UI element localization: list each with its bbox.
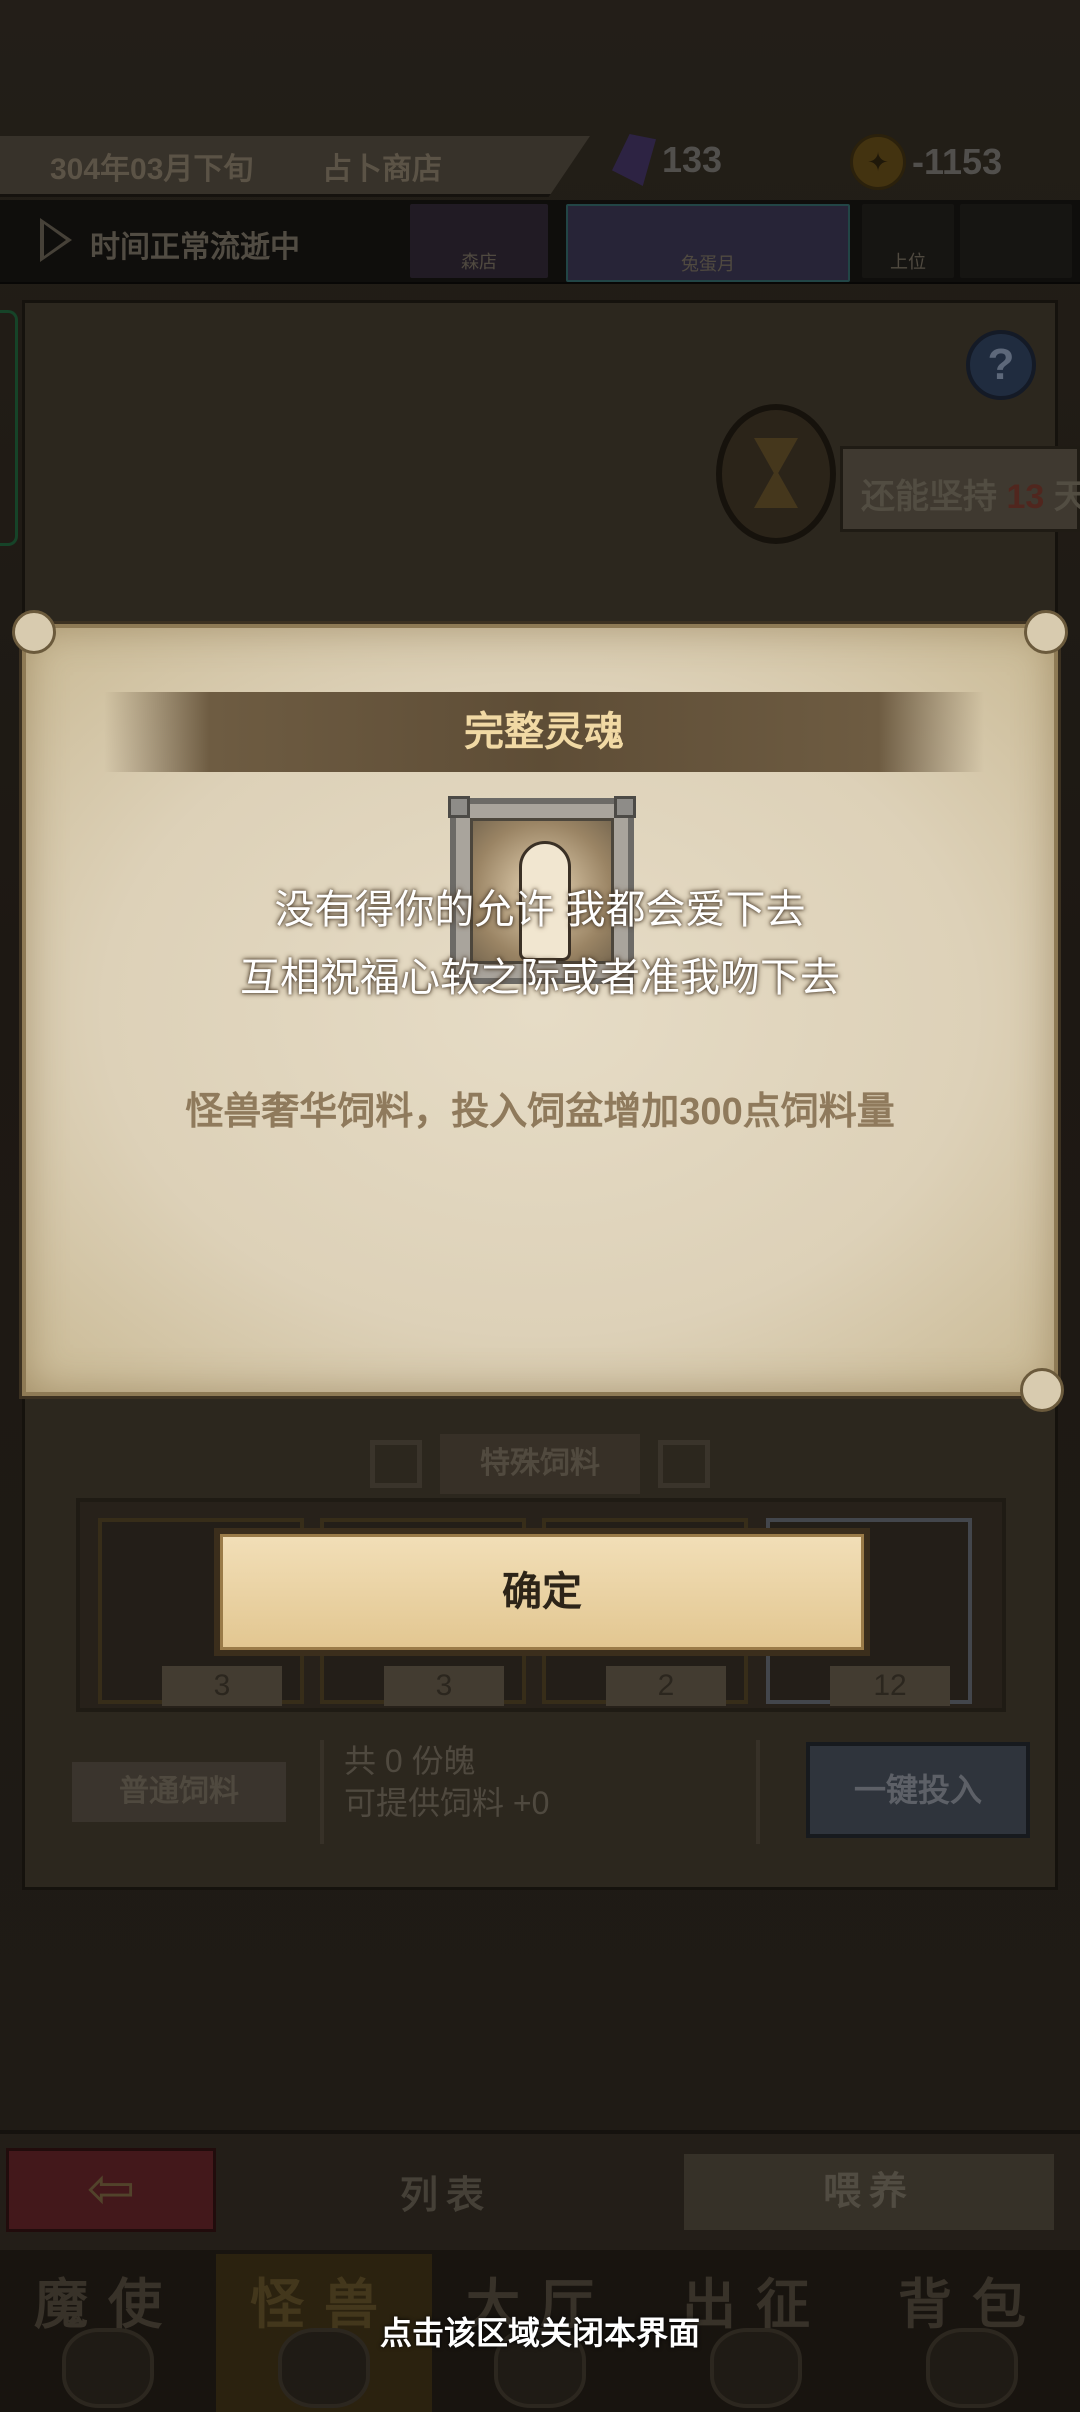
rivet-icon xyxy=(448,796,470,818)
lyric-line-1: 没有得你的允许 我都会爱下去 xyxy=(274,888,806,932)
dialog-title: 完整灵魂 xyxy=(464,710,624,754)
lyric-line-2: 互相祝福心软之际或者准我吻下去 xyxy=(240,956,840,1000)
item-detail-dialog: 完整灵魂 没有得你的允许 我都会爱下去 互相祝福心软之际或者准我吻下去 怪兽奢华… xyxy=(12,610,1068,1412)
scroll-curl-ornament xyxy=(12,610,56,654)
scroll-curl-ornament xyxy=(1020,1368,1064,1412)
scroll-curl-ornament xyxy=(1024,610,1068,654)
close-hint[interactable]: 点击该区域关闭本界面 xyxy=(0,2308,1080,2354)
subtitle-lyrics: 没有得你的允许 我都会爱下去 互相祝福心软之际或者准我吻下去 xyxy=(26,876,1054,1012)
dialog-title-band: 完整灵魂 xyxy=(104,692,984,772)
item-description: 怪兽奢华饲料，投入饲盆增加300点饲料量 xyxy=(185,1091,895,1133)
confirm-button[interactable]: 确定 xyxy=(214,1528,870,1656)
rivet-icon xyxy=(614,796,636,818)
